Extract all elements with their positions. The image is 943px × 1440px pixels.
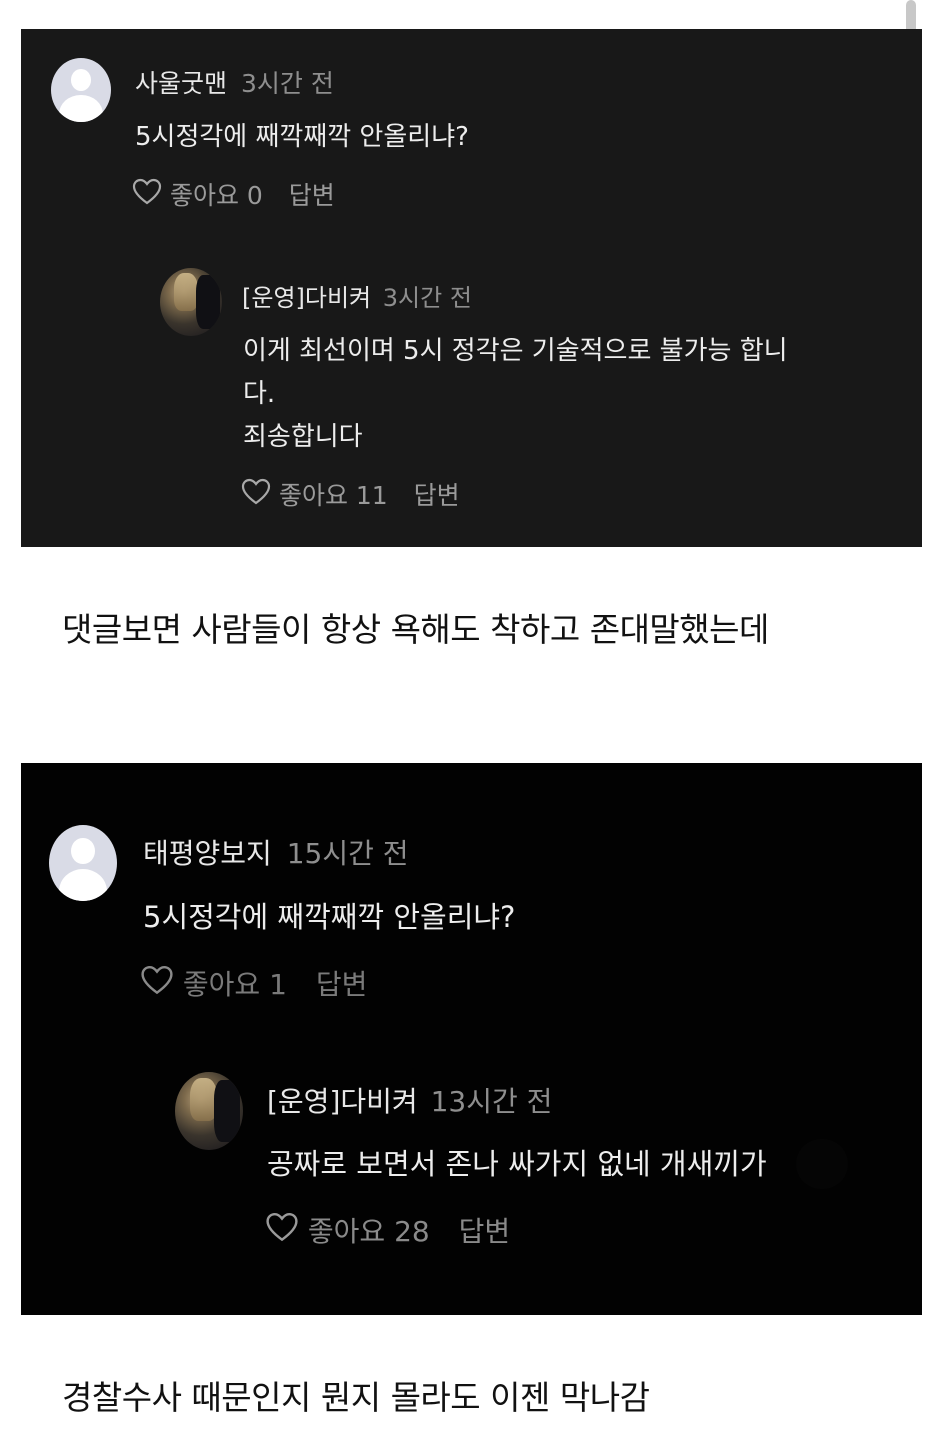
like-count[interactable]: 좋아요 1 (183, 968, 287, 1001)
reply-button[interactable]: 답변 (289, 181, 335, 210)
reply-button[interactable]: 답변 (414, 481, 460, 510)
comment-time: 3시간 전 (240, 69, 334, 98)
reply-actions: 좋아요 11 답변 (241, 478, 460, 514)
reply-author[interactable]: [운영]다비켜 (242, 284, 371, 312)
heart-icon[interactable] (241, 478, 271, 516)
reply-text-line-2: 다. (243, 379, 276, 409)
like-count[interactable]: 좋아요 0 (170, 181, 263, 210)
comment-screenshot-2: 태평양보지 15시간 전 5시정각에 째깍째깍 안올리냐? 좋아요 1 답변 [… (21, 763, 922, 1315)
reply-text-line-3: 죄송합니다 (243, 422, 363, 452)
heart-icon[interactable] (132, 178, 162, 216)
comment-screenshot-1: 사울굿맨 3시간 전 5시정각에 째깍째깍 안올리냐? 좋아요 0 답변 [운영… (21, 29, 922, 547)
reply-time: 13시간 전 (430, 1085, 553, 1118)
reply-author[interactable]: [운영]다비켜 (267, 1085, 418, 1118)
user-photo-avatar-icon[interactable] (175, 1072, 243, 1150)
heart-icon[interactable] (265, 1212, 299, 1254)
caption-2: 경찰수사 때문인지 뭔지 몰라도 이젠 막나감 (62, 1378, 650, 1417)
comment-author[interactable]: 태평양보지 (143, 837, 272, 870)
default-user-avatar-icon[interactable] (51, 58, 111, 122)
reply-text-line-1: 이게 최선이며 5시 정각은 기술적으로 불가능 합니 (243, 336, 788, 366)
heart-icon[interactable] (140, 965, 174, 1007)
reply-button[interactable]: 답변 (316, 968, 368, 1001)
comment-author[interactable]: 사울굿맨 (135, 69, 227, 98)
comment-actions: 좋아요 0 답변 (132, 178, 335, 214)
like-count[interactable]: 좋아요 28 (308, 1215, 430, 1248)
reply-time: 3시간 전 (382, 284, 472, 312)
reply-header: [운영]다비켜 3시간 전 (242, 278, 472, 313)
caption-1: 댓글보면 사람들이 항상 욕해도 착하고 존대말했는데 (62, 610, 769, 649)
comment-text: 5시정각에 째깍째깍 안올리냐? (143, 900, 516, 934)
default-user-avatar-icon[interactable] (49, 825, 117, 901)
comment-actions: 좋아요 1 답변 (140, 965, 367, 1005)
reply-button[interactable]: 답변 (459, 1215, 511, 1248)
reply-header: [운영]다비켜 13시간 전 (267, 1080, 552, 1120)
reply-text: 공짜로 보면서 존나 싸가지 없네 개새끼가 (267, 1147, 767, 1181)
user-photo-avatar-icon[interactable] (160, 268, 222, 336)
comment-time: 15시간 전 (286, 837, 409, 870)
comment-header: 태평양보지 15시간 전 (143, 832, 409, 872)
comment-header: 사울굿맨 3시간 전 (135, 64, 334, 100)
censor-blur (796, 1139, 848, 1189)
reply-actions: 좋아요 28 답변 (265, 1212, 510, 1252)
comment-text: 5시정각에 째깍째깍 안올리냐? (135, 122, 469, 152)
like-count[interactable]: 좋아요 11 (279, 481, 388, 510)
